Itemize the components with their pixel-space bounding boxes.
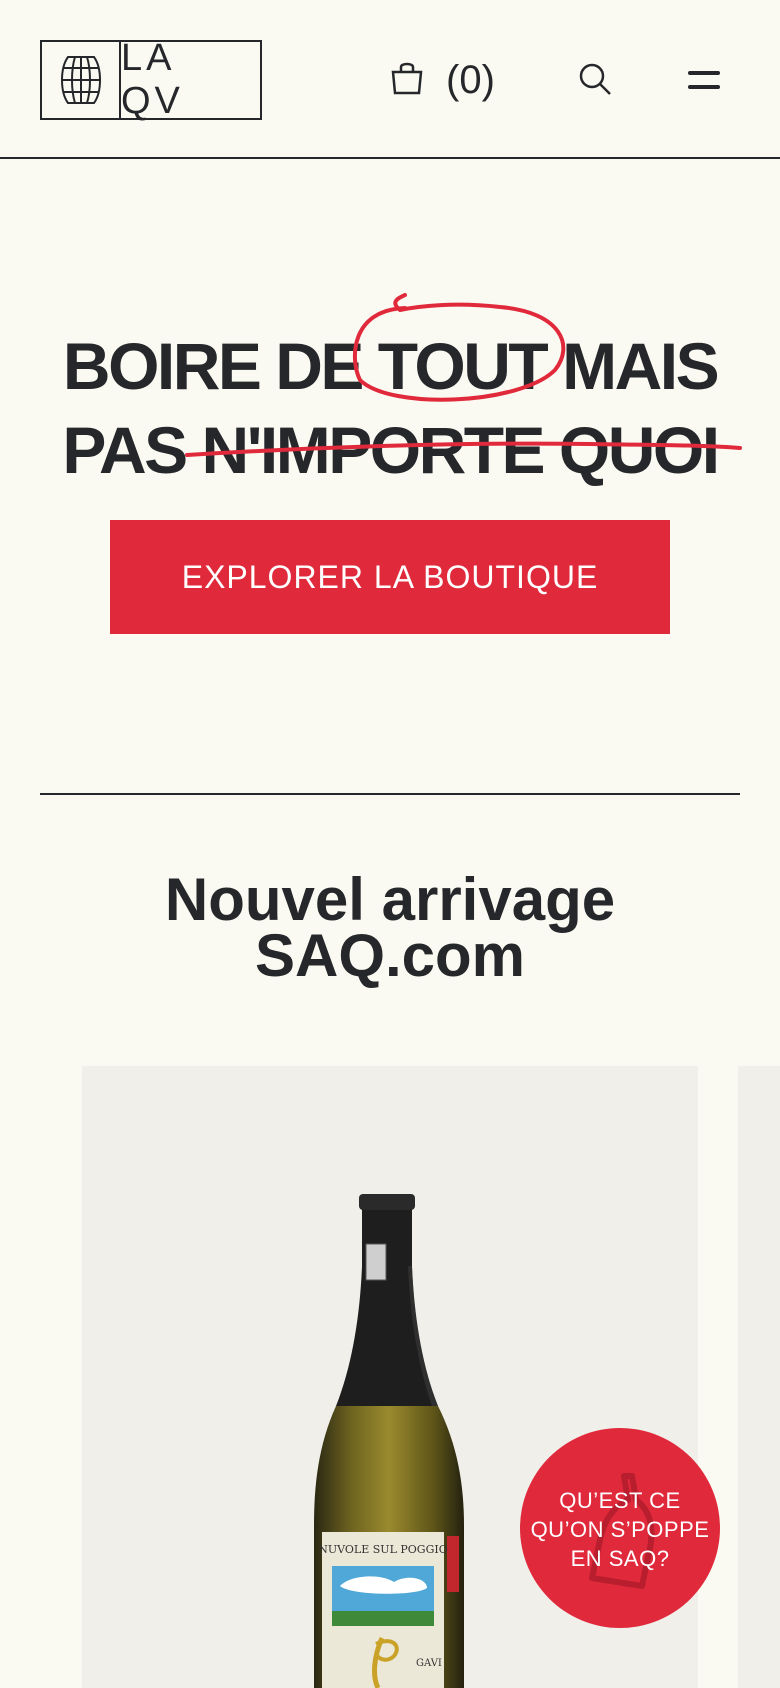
search-icon bbox=[579, 63, 611, 95]
shopping-bag-icon bbox=[390, 60, 424, 101]
hero-headline-line2: PAS N'IMPORTE QUOI bbox=[0, 412, 780, 488]
site-logo[interactable]: LA QV bbox=[40, 37, 262, 122]
hero-text: PAS bbox=[62, 413, 202, 487]
hero-struck-text: N'IMPORTE QUOI bbox=[201, 413, 721, 487]
next-product-card-peek[interactable] bbox=[738, 1066, 780, 1688]
search-button[interactable] bbox=[576, 60, 616, 100]
hero-text: BOIRE DE bbox=[62, 329, 378, 403]
label-producer-text: NUVOLE SUL POGGIO bbox=[318, 1543, 447, 1556]
hero-headline-line1: BOIRE DE TOUT MAIS bbox=[0, 328, 780, 404]
label-name-text: GAVI bbox=[416, 1658, 442, 1669]
bubble-line: QU’EST CE bbox=[559, 1488, 681, 1513]
saq-popup-bubble[interactable]: QU’EST CE QU’ON S’POPPE EN SAQ? bbox=[520, 1428, 720, 1628]
saq-popup-text: QU’EST CE QU’ON S’POPPE EN SAQ? bbox=[520, 1486, 720, 1573]
logo-text: LA QV bbox=[121, 37, 184, 122]
menu-icon bbox=[688, 71, 720, 89]
cart-button[interactable]: (0) bbox=[390, 52, 495, 108]
section-divider bbox=[40, 793, 740, 795]
site-header: LA QV (0) bbox=[0, 0, 780, 159]
section-subtitle: SAQ.com bbox=[254, 922, 526, 989]
hero-text: MAIS bbox=[546, 329, 720, 403]
barrel-icon bbox=[42, 42, 121, 118]
menu-button[interactable] bbox=[686, 62, 722, 98]
bubble-line: EN SAQ? bbox=[570, 1546, 670, 1571]
cart-count: (0) bbox=[446, 57, 495, 102]
hero-circled-word: TOUT bbox=[377, 329, 549, 403]
bubble-line: QU’ON S’POPPE bbox=[530, 1517, 710, 1542]
section-title: Nouvel arrivage bbox=[164, 866, 616, 933]
explore-shop-button[interactable]: EXPLORER LA BOUTIQUE bbox=[110, 520, 670, 634]
